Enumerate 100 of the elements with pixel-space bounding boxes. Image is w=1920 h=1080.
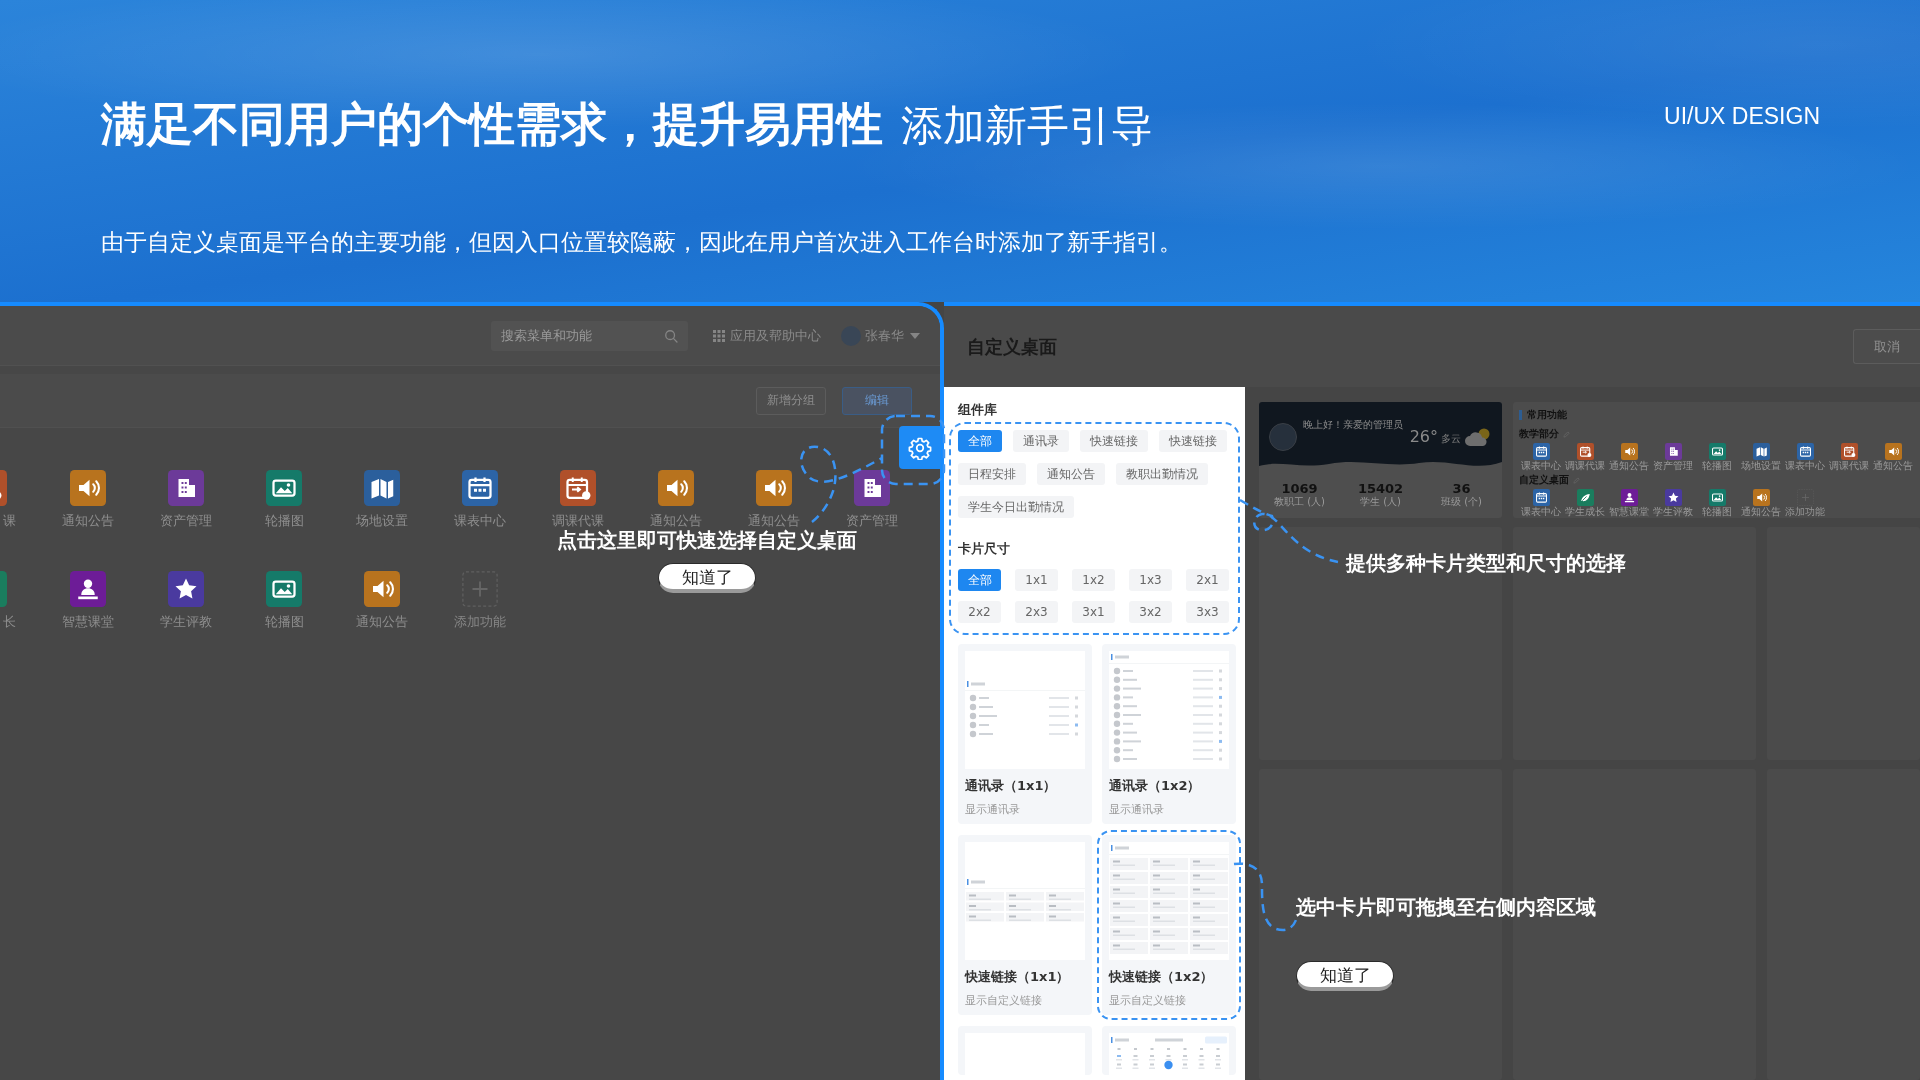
page-subtitle: 添加新手引导 xyxy=(901,100,1153,152)
app-shortcut[interactable]: 学生评教 xyxy=(1651,489,1695,518)
app-shortcut[interactable]: 场地设置 xyxy=(1739,443,1783,472)
widget-card[interactable]: 通讯录（1x1） 显示通讯录 xyxy=(958,644,1092,824)
size-tag[interactable]: 1x2 xyxy=(1072,569,1115,591)
card-description: 显示自定义链接 xyxy=(965,994,1043,1008)
section-title: 自定义桌面 xyxy=(1519,474,1569,486)
section-title: 卡片尺寸 xyxy=(958,542,1011,556)
card-description: 显示通讯录 xyxy=(1109,803,1165,817)
filter-tag[interactable]: 全部 xyxy=(958,430,1002,452)
tagline: UI/UX DESIGN xyxy=(1664,102,1820,130)
got-it-button[interactable]: 知道了 xyxy=(658,563,756,593)
app-shortcut[interactable]: 资产管理 xyxy=(137,470,235,530)
app-shortcut[interactable]: 轮播图 xyxy=(1695,443,1739,472)
filter-tag[interactable]: 日程安排 xyxy=(958,463,1026,485)
app-shortcut[interactable]: 课表中心 xyxy=(1519,443,1563,472)
app-shortcut[interactable]: 场地设置 xyxy=(333,470,431,530)
app-shortcut[interactable]: 智慧课堂 xyxy=(39,571,137,631)
size-tag[interactable]: 1x1 xyxy=(1015,569,1058,591)
settings-button[interactable] xyxy=(899,426,941,469)
app-shortcut[interactable]: 资产管理 xyxy=(1651,443,1695,472)
settings-icon xyxy=(908,435,932,460)
app-shortcut[interactable]: 轮播图 xyxy=(1695,489,1739,518)
avatar xyxy=(1269,422,1297,451)
app-shortcut[interactable]: 添加功能 xyxy=(1783,489,1827,518)
guide-text: 提供多种卡片类型和尺寸的选择 xyxy=(1346,550,1626,576)
app-shortcut[interactable]: 课表中心 xyxy=(1519,489,1563,518)
app-shortcut[interactable]: 调课代课 xyxy=(529,470,627,530)
card-title: 快速链接（1x2） xyxy=(1109,969,1215,985)
greeting-text: 晚上好！亲爱的管理员 xyxy=(1303,419,1403,431)
card-title: 通讯录（1x2） xyxy=(1109,778,1202,794)
app-shortcut[interactable]: 轮播图 xyxy=(235,470,333,530)
got-it-button[interactable]: 知道了 xyxy=(1296,961,1394,991)
caret-icon xyxy=(910,332,920,339)
size-tag[interactable]: 3x2 xyxy=(1129,601,1172,623)
page-title: 满足不同用户的个性需求，提升易用性 xyxy=(101,96,883,152)
widget-card[interactable]: 通讯录（1x2） 显示通讯录 xyxy=(1102,644,1236,824)
app-shortcut[interactable]: 课 xyxy=(0,470,16,530)
stat-value: 36 xyxy=(1452,481,1471,496)
grid-icon xyxy=(713,329,725,342)
app-shortcut[interactable]: 通知公告 xyxy=(333,571,431,631)
stat-value: 15402 xyxy=(1357,481,1404,496)
stat-label: 教职工 (人) xyxy=(1274,496,1325,508)
app-shortcut[interactable]: 通知公告 xyxy=(1871,443,1915,472)
app-shortcut[interactable]: 课表中心 xyxy=(431,470,529,530)
size-tag[interactable]: 3x3 xyxy=(1186,601,1229,623)
description: 由于自定义桌面是平台的主要功能，但因入口位置较隐蔽，因此在用户首次进入工作台时添加了新手指引。 xyxy=(101,230,1183,254)
toolbar-button[interactable]: 编辑 xyxy=(842,386,912,415)
app-shortcut[interactable]: 通知公告 xyxy=(1607,443,1651,472)
section-title: 教学部分 xyxy=(1519,428,1559,440)
app-shortcut[interactable]: 课表中心 xyxy=(1783,443,1827,472)
app-shortcut[interactable]: 调课代课 xyxy=(1563,443,1607,472)
size-tag[interactable]: 2x2 xyxy=(958,601,1001,623)
size-tag[interactable]: 1x3 xyxy=(1129,569,1172,591)
section-title: 组件库 xyxy=(957,403,998,417)
widget-card[interactable] xyxy=(1102,1026,1236,1075)
app-shortcut[interactable]: 长 xyxy=(0,571,16,631)
app-shortcut[interactable]: 学生成长 xyxy=(1563,489,1607,518)
stat-label: 学生 (人) xyxy=(1360,496,1401,508)
size-tag[interactable]: 3x1 xyxy=(1072,601,1115,623)
size-tag[interactable]: 全部 xyxy=(958,569,1001,591)
card-description: 显示自定义链接 xyxy=(1109,994,1187,1008)
user-menu-button[interactable]: 张春华 xyxy=(865,326,920,345)
app-shortcut[interactable]: 通知公告 xyxy=(39,470,137,530)
search-field[interactable]: 搜索菜单和功能 xyxy=(491,320,688,351)
app-shortcut[interactable]: 学生评教 xyxy=(137,571,235,631)
stat-value: 1069 xyxy=(1281,481,1318,496)
app-shortcut[interactable]: 轮播图 xyxy=(235,571,333,631)
filter-tag[interactable]: 通知公告 xyxy=(1037,463,1105,485)
guide-text: 选中卡片即可拖拽至右侧内容区域 xyxy=(1296,894,1596,920)
size-tag[interactable]: 2x3 xyxy=(1015,601,1058,623)
plus-icon xyxy=(1796,489,1814,506)
highlight-frame xyxy=(880,414,946,486)
app-shortcut[interactable]: 资产管理 xyxy=(823,470,921,530)
app-shortcut[interactable]: 调课代课 xyxy=(1827,443,1871,472)
title-marker-icon xyxy=(1519,410,1522,420)
search-icon xyxy=(664,328,678,343)
weather-text: 多云 xyxy=(1441,432,1461,445)
card-description: 显示通讯录 xyxy=(965,803,1021,817)
app-shortcut[interactable]: 通知公告 xyxy=(725,470,823,530)
filter-tag[interactable]: 快速链接 xyxy=(1159,430,1227,452)
widget-card[interactable]: 快速链接（1x1） 显示自定义链接 xyxy=(958,835,1092,1015)
cloud-sun-icon xyxy=(1464,426,1492,447)
card-title: 通讯录（1x1） xyxy=(965,778,1058,794)
plus-icon xyxy=(462,571,498,607)
help-center-button[interactable]: 应用及帮助中心 xyxy=(713,326,821,345)
filter-tag[interactable]: 通讯录 xyxy=(1013,430,1069,452)
app-shortcut[interactable]: 通知公告 xyxy=(1739,489,1783,518)
temperature: 26° xyxy=(1409,427,1438,446)
app-shortcut[interactable]: 通知公告 xyxy=(627,470,725,530)
filter-tag[interactable]: 快速链接 xyxy=(1080,430,1148,452)
cancel-button[interactable]: 取消 xyxy=(1853,329,1920,364)
toolbar-button[interactable]: 新增分组 xyxy=(756,386,826,415)
filter-tag[interactable]: 学生今日出勤情况 xyxy=(958,496,1074,518)
size-tag[interactable]: 2x1 xyxy=(1186,569,1229,591)
app-shortcut[interactable]: 智慧课堂 xyxy=(1607,489,1651,518)
widget-card[interactable]: 快速链接（1x2） 显示自定义链接 xyxy=(1102,835,1236,1015)
guide-text: 点击这里即可快速选择自定义桌面 xyxy=(557,527,857,553)
filter-tag[interactable]: 教职出勤情况 xyxy=(1116,463,1208,485)
app-shortcut[interactable]: 添加功能 xyxy=(431,571,529,631)
